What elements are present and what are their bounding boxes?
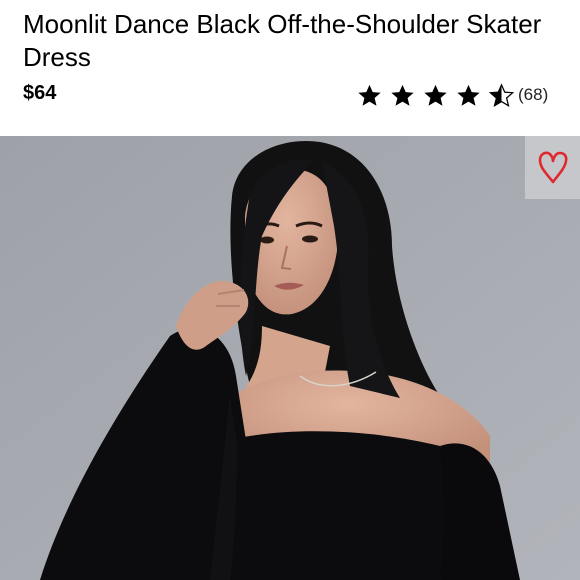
star-icon <box>424 84 447 106</box>
review-count: (68) <box>518 85 549 104</box>
model-image <box>0 136 580 580</box>
rating-summary[interactable]: (68) <box>356 81 548 109</box>
product-photo[interactable] <box>0 136 580 580</box>
product-price: $64 <box>23 82 57 104</box>
star-icon <box>457 84 480 106</box>
star-icon <box>391 84 414 106</box>
star-icon <box>358 84 381 106</box>
half-star-icon <box>488 82 515 107</box>
product-title: Moonlit Dance Black Off-the-Shoulder Ska… <box>23 9 542 72</box>
product-header: Moonlit Dance Black Off-the-Shoulder Ska… <box>0 0 580 136</box>
heart-icon <box>538 151 567 183</box>
favorite-button[interactable] <box>525 136 580 199</box>
